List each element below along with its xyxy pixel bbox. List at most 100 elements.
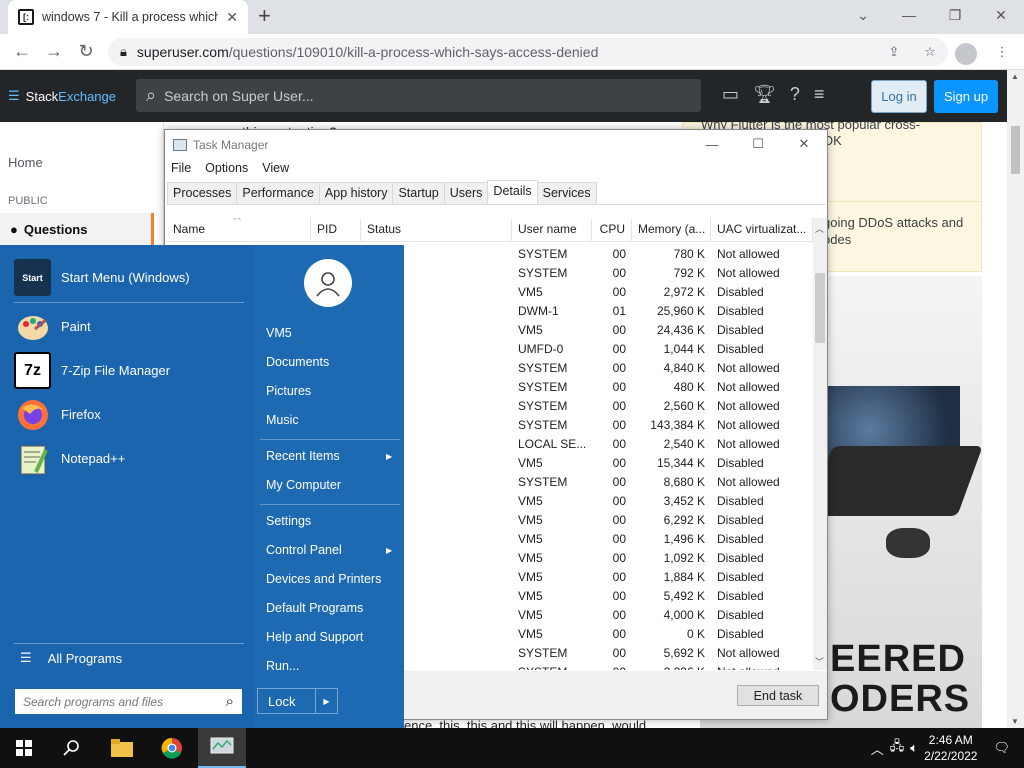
task-manager-taskbar-icon[interactable] [198,728,246,768]
clock[interactable]: 2:46 AM 2/22/2022 [924,732,977,764]
tm-close-button[interactable]: ✕ [781,130,827,158]
menu-options[interactable]: Options [205,161,248,175]
table-cell: 2,236 K [632,665,711,671]
search-icon: ⌕ [146,85,157,105]
stackexchange-header: ☰ StackExchange ⌕ Search on Super User..… [0,70,1024,122]
sidebar-link[interactable]: going DDoS attacks and odes [823,214,963,248]
table-cell: 00 [612,512,626,527]
inbox-icon[interactable]: ▭ [722,84,739,105]
table-cell: 2,560 K [663,398,705,413]
help-icon[interactable]: ? [790,84,800,105]
user-avatar-icon[interactable] [304,259,352,307]
table-cell: 3,452 K [663,493,705,508]
column-header-uac[interactable]: UAC virtualizat... [711,218,813,241]
column-header-user[interactable]: User name [512,218,592,241]
end-task-button[interactable]: End task [737,685,819,706]
browser-tab[interactable]: [: windows 7 - Kill a process which ✕ [8,0,248,34]
table-cell: SYSTEM [518,379,568,394]
program-firefox[interactable]: Firefox [14,396,101,433]
chrome-icon[interactable] [148,728,196,768]
tab-search-icon[interactable]: ⌄ [840,0,886,30]
page-scrollbar[interactable]: ▲ ▼ [1007,70,1024,728]
program-notepadpp[interactable]: Notepad++ [14,440,125,477]
menu-file[interactable]: File [171,161,191,175]
profile-avatar-icon[interactable] [952,38,980,66]
chevron-up-icon[interactable]: ︿ [871,739,884,758]
program-start-menu[interactable]: Start Start Menu (Windows) [14,259,190,296]
hamburger-icon[interactable]: ☰ [8,88,20,104]
column-header-pid[interactable]: PID [311,218,361,241]
column-header-status[interactable]: Status [361,218,512,241]
signup-button[interactable]: Sign up [934,80,998,113]
browser-toolbar: ← → ↻ 🔒︎ superuser.com/questions/109010/… [0,34,1024,70]
nav-questions[interactable]: ● Questions [0,213,154,245]
file-explorer-icon[interactable] [98,728,146,768]
link-music[interactable]: Music [266,413,299,427]
lock-icon: 🔒︎ [120,44,127,59]
lock-button[interactable]: Lock ▶ [257,688,338,714]
link-run[interactable]: Run... [266,659,299,673]
more-menu-icon[interactable]: ⋮ [988,38,1016,66]
site-switcher-icon[interactable]: ≡ [814,84,825,105]
notifications-icon[interactable]: 🗨︎ [993,740,1010,756]
login-button[interactable]: Log in [871,80,927,113]
link-control-panel[interactable]: Control Panel [266,543,342,557]
table-cell: VM5 [518,284,543,299]
tab-users[interactable]: Users [443,182,489,204]
back-icon[interactable]: ← [6,36,38,68]
table-cell: 00 [612,588,626,603]
program-7zip[interactable]: 7z 7-Zip File Manager [14,352,170,389]
table-cell: Not allowed [717,265,780,280]
stackexchange-logo[interactable]: ☰ StackExchange [8,88,116,104]
tm-maximize-button[interactable]: ☐ [735,130,781,158]
restore-button[interactable]: ❐ [932,0,978,30]
close-window-button[interactable]: ✕ [978,0,1024,30]
column-header-memory[interactable]: Memory (a... [632,218,711,241]
column-header-cpu[interactable]: CPU [592,218,632,241]
tab-startup[interactable]: Startup [392,182,445,204]
link-my-computer[interactable]: My Computer [266,478,341,492]
ad-text: EERED [830,638,966,680]
site-search-input[interactable]: ⌕ Search on Super User... [136,79,701,112]
link-documents[interactable]: Documents [266,355,329,369]
table-cell: 00 [612,626,626,641]
program-paint[interactable]: Paint [14,308,91,345]
search-icon[interactable] [48,728,96,768]
table-cell: 15,344 K [656,455,705,470]
tab-performance[interactable]: Performance [236,182,320,204]
link-recent-items[interactable]: Recent Items [266,449,340,463]
system-tray: ︿ 🖧︎ 🔈︎ 2:46 AM 2/22/2022 🗨︎ [871,728,1024,768]
tm-minimize-button[interactable]: — [689,130,735,158]
tab-processes[interactable]: Processes [167,182,238,204]
tab-close-icon[interactable]: ✕ [226,9,238,26]
address-bar[interactable]: 🔒︎ superuser.com/questions/109010/kill-a… [108,38,948,66]
volume-icon[interactable]: 🔈︎ [910,740,918,756]
achievements-icon[interactable]: 🏆︎ [753,84,776,105]
table-cell: 00 [612,645,626,660]
link-devices-printers[interactable]: Devices and Printers [266,572,381,586]
link-help-support[interactable]: Help and Support [266,630,363,644]
menu-view[interactable]: View [262,161,289,175]
new-tab-button[interactable]: + [258,5,271,27]
forward-icon[interactable]: → [38,36,70,68]
link-default-programs[interactable]: Default Programs [266,601,363,615]
lock-options-icon[interactable]: ▶ [315,689,337,713]
tab-title: windows 7 - Kill a process which [42,10,219,24]
minimize-button[interactable]: — [886,0,932,30]
network-icon[interactable]: 🖧︎ [890,737,905,759]
reload-icon[interactable]: ↻ [70,36,102,68]
all-programs-button[interactable]: ☰ All Programs [20,650,122,666]
tab-services[interactable]: Services [536,182,597,204]
bookmark-star-icon[interactable]: ☆ [916,38,944,66]
share-icon[interactable]: ⇪ [880,38,908,66]
link-user[interactable]: VM5 [266,326,292,340]
nav-home[interactable]: Home [8,155,43,170]
table-cell: 780 K [673,246,705,261]
link-pictures[interactable]: Pictures [266,384,311,398]
tab-app-history[interactable]: App history [318,182,394,204]
table-scrollbar[interactable]: ︿ ﹀ [813,218,827,670]
link-settings[interactable]: Settings [266,514,311,528]
tab-details[interactable]: Details [487,180,538,204]
windows-start-icon[interactable] [0,728,48,768]
start-search-input[interactable]: Search programs and files ⌕ [15,689,242,714]
